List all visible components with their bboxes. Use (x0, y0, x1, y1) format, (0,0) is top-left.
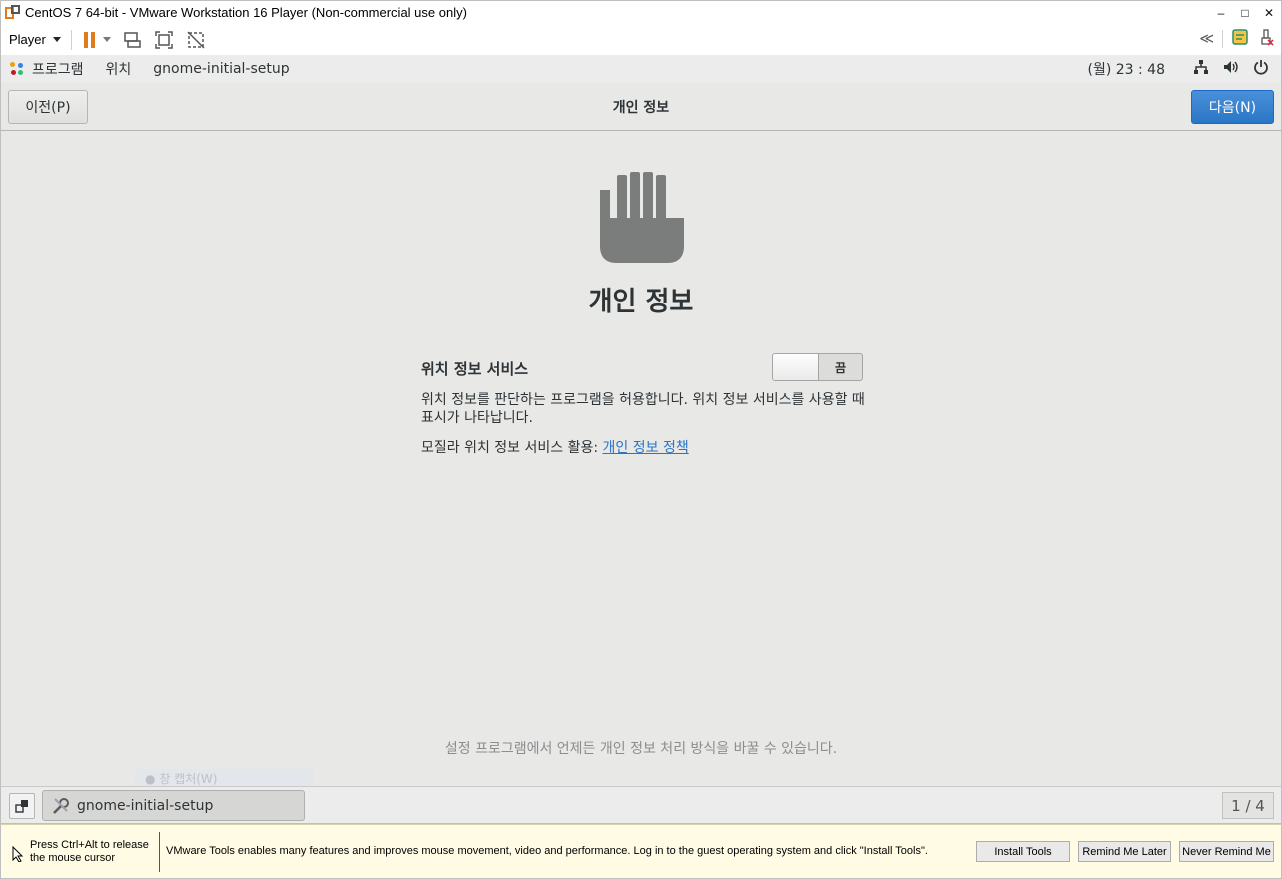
fullscreen-icon[interactable] (153, 29, 175, 51)
header-title: 개인 정보 (612, 100, 670, 116)
never-remind-button[interactable]: Never Remind Me (1179, 841, 1274, 862)
vmware-logo-icon (5, 4, 21, 21)
mouse-cursor-icon (12, 846, 24, 862)
switch-knob[interactable] (773, 354, 819, 380)
location-services-switch[interactable]: 끔 (772, 353, 863, 381)
release-cursor-text: Press Ctrl+Alt to release the mouse curs… (30, 839, 149, 864)
gnome-taskbar: gnome-initial-setup 1 / 4 (0, 786, 1282, 824)
maximize-button[interactable]: □ (1233, 1, 1257, 25)
show-desktop-icon (15, 800, 28, 813)
workspace-switcher[interactable]: 1 / 4 (1222, 792, 1274, 819)
install-tools-button[interactable]: Install Tools (976, 841, 1070, 862)
power-icon[interactable] (1253, 59, 1269, 79)
privacy-page: 개인 정보 위치 정보 서비스 끔 위치 정보를 판단하는 프로그램을 허용합니… (0, 131, 1282, 789)
hint-divider (159, 832, 160, 872)
show-desktop-button[interactable] (9, 793, 35, 819)
network-icon[interactable] (1193, 59, 1209, 79)
pause-icon[interactable] (83, 31, 95, 48)
window-title: CentOS 7 64-bit - VMware Workstation 16 … (25, 5, 467, 20)
privacy-policy-link[interactable]: 개인 정보 정책 (603, 440, 689, 456)
tools-icon (53, 797, 69, 814)
applications-icon (10, 62, 24, 76)
chevron-down-icon (52, 37, 61, 42)
next-button[interactable]: 다음(N) (1191, 90, 1274, 124)
vmware-tools-message: VMware Tools enables many features and i… (166, 845, 928, 857)
mozilla-location-text: 모질라 위치 정보 서비스 활용: (421, 440, 603, 456)
close-button[interactable]: ✕ (1257, 1, 1281, 25)
volume-icon[interactable] (1223, 59, 1239, 79)
remind-later-button[interactable]: Remind Me Later (1078, 841, 1171, 862)
page-heading: 개인 정보 (588, 287, 694, 317)
player-menu-label: Player (9, 32, 46, 47)
location-services-description: 위치 정보를 판단하는 프로그램을 허용합니다. 위치 정보 서비스를 사용할 … (421, 392, 865, 426)
gnome-top-panel: 프로그램 위치 gnome-initial-setup (월) 23 : 48 (0, 55, 1282, 83)
clock[interactable]: (월) 23 : 48 (1087, 59, 1165, 79)
window-title-bar: CentOS 7 64-bit - VMware Workstation 16 … (0, 0, 1282, 24)
unity-disabled-icon[interactable] (185, 29, 207, 51)
removable-devices-icon[interactable] (1257, 28, 1275, 49)
send-ctrl-alt-del-icon[interactable] (121, 29, 143, 51)
toolbar-divider (1222, 29, 1223, 48)
collapse-toolbar-icon[interactable]: ≪ (1199, 30, 1214, 47)
bullet-icon: ● (145, 772, 156, 786)
places-menu[interactable]: 위치 (106, 59, 132, 79)
mozilla-location-line: 모질라 위치 정보 서비스 활용: 개인 정보 정책 (421, 437, 689, 457)
setup-header-bar: 이전(P) 개인 정보 다음(N) (0, 83, 1282, 131)
ghost-menu-label: 창 캡처(W) (159, 772, 218, 786)
taskbar-window-label: gnome-initial-setup (77, 797, 214, 814)
power-dropdown-icon[interactable] (102, 37, 111, 42)
switch-state-label: 끔 (834, 361, 847, 375)
hand-privacy-icon (600, 172, 684, 263)
privacy-footnote: 설정 프로그램에서 언제든 개인 정보 처리 방식을 바꿀 수 있습니다. (444, 741, 838, 757)
vmware-toolbar: Player ≪ (0, 24, 1282, 55)
location-services-label: 위치 정보 서비스 (421, 360, 529, 378)
toolbar-divider (70, 29, 72, 50)
minimize-button[interactable]: – (1209, 1, 1233, 25)
taskbar-window-button[interactable]: gnome-initial-setup (42, 790, 305, 821)
active-app-menu[interactable]: gnome-initial-setup (153, 61, 289, 77)
player-menu-button[interactable]: Player (9, 32, 61, 47)
applications-menu[interactable]: 프로그램 (32, 59, 84, 79)
vmware-hint-bar: Press Ctrl+Alt to release the mouse curs… (0, 824, 1282, 879)
message-log-icon[interactable] (1231, 28, 1249, 49)
